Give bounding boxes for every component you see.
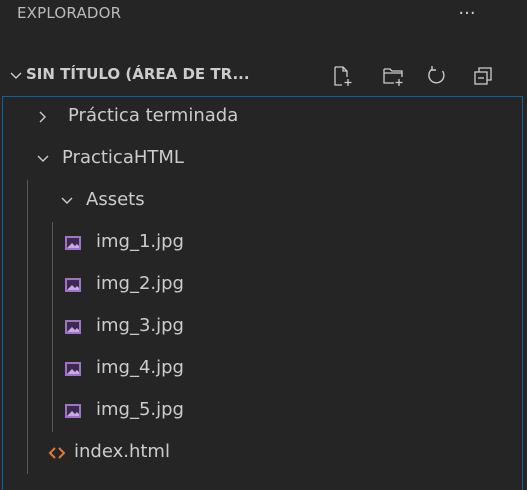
tree-item-assets[interactable]: Assets	[0, 180, 527, 222]
tree-item-label: img_5.jpg	[96, 399, 184, 420]
workspace-title: SIN TÍTULO (ÁREA DE TR...	[26, 65, 250, 83]
tree-item-label: Práctica terminada	[68, 105, 239, 126]
chevron-down-icon	[61, 197, 73, 204]
tree-item-img-1[interactable]: img_1.jpg	[0, 222, 527, 264]
image-file-icon	[65, 236, 81, 250]
html-file-icon	[48, 447, 66, 459]
tree-item-img-2[interactable]: img_2.jpg	[0, 264, 527, 306]
explorer-header: EXPLORADOR ...	[0, 0, 527, 36]
tree-item-label: img_1.jpg	[96, 231, 184, 252]
tree-item-label: img_4.jpg	[96, 357, 184, 378]
chevron-down-icon	[10, 72, 22, 79]
collapse-all-icon[interactable]	[471, 64, 495, 88]
refresh-icon[interactable]	[425, 64, 449, 88]
image-file-icon	[65, 320, 81, 334]
tree-item-img-3[interactable]: img_3.jpg	[0, 306, 527, 348]
tree-item-label: img_3.jpg	[96, 315, 184, 336]
new-file-icon[interactable]	[330, 64, 354, 88]
tree-item-img-5[interactable]: img_5.jpg	[0, 390, 527, 432]
tree-item-img-4[interactable]: img_4.jpg	[0, 348, 527, 390]
more-actions-button[interactable]: ...	[452, 0, 482, 26]
tree-item-label: img_2.jpg	[96, 273, 184, 294]
explorer-title: EXPLORADOR	[17, 4, 122, 22]
tree-item-index-html[interactable]: index.html	[0, 432, 527, 474]
tree-item-label: index.html	[74, 441, 170, 462]
tree-item-practica-terminada[interactable]: Práctica terminada	[0, 96, 527, 138]
file-tree: Práctica terminada PracticaHTML Assets i…	[0, 96, 527, 490]
image-file-icon	[65, 278, 81, 292]
image-file-icon	[65, 362, 81, 376]
workspace-section-header[interactable]: SIN TÍTULO (ÁREA DE TR...	[0, 52, 527, 96]
tree-item-practicahtml[interactable]: PracticaHTML	[0, 138, 527, 180]
tree-item-label: Assets	[86, 189, 145, 210]
chevron-down-icon	[37, 155, 49, 162]
new-folder-icon[interactable]	[381, 64, 405, 88]
explorer-panel: EXPLORADOR ... SIN TÍTULO (ÁREA DE TR...	[0, 0, 527, 490]
tree-item-label: PracticaHTML	[62, 147, 184, 168]
image-file-icon	[65, 404, 81, 418]
chevron-right-icon	[39, 111, 46, 123]
